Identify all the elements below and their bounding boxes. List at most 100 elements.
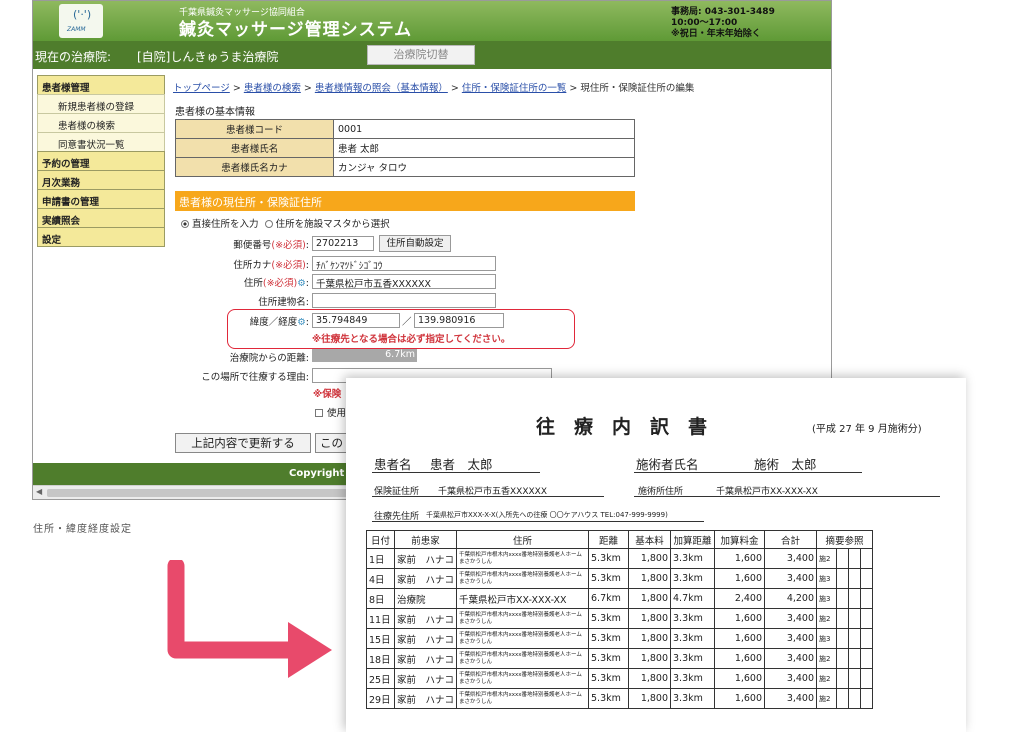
breadcrumb-link-basic-info[interactable]: 患者様情報の照会（基本情報）	[315, 83, 448, 94]
cell-distance: 5.3km	[588, 688, 630, 709]
cell-empty	[860, 628, 874, 649]
required-mark: (※必須)	[271, 240, 306, 251]
cell-extra-fee: 2,400	[714, 588, 766, 609]
cell-base-fee: 1,800	[628, 628, 672, 649]
cell-address: 千葉県松戸市根木内xxxx番地特別養護老人ホームまさかうしん	[456, 668, 590, 689]
cell-empty	[860, 548, 874, 569]
cell-extra-fee: 1,600	[714, 648, 766, 669]
cell-distance: 5.3km	[588, 548, 630, 569]
use-checkbox-row: 使用	[315, 405, 346, 419]
auto-address-button[interactable]: 住所自動設定	[379, 235, 451, 252]
distance-label: 治療院からの距離:	[229, 353, 309, 364]
map-pin-icon[interactable]: ⚙	[297, 278, 306, 289]
col-total: 合計	[764, 530, 818, 549]
underline	[634, 496, 940, 497]
kana-input[interactable]: ﾁﾊﾞｹﾝﾏﾂﾄﾞｼｺﾞｺｳ	[312, 256, 496, 272]
col-extra-distance: 加算距離	[670, 530, 716, 549]
sidebar-item-reservations[interactable]: 予約の管理	[37, 151, 165, 171]
latlng-slash: ／	[402, 317, 412, 328]
sidebar-item-settings[interactable]: 設定	[37, 227, 165, 247]
scrollbar-thumb[interactable]	[47, 489, 347, 497]
contact-phone: 事務局: 043-301-3489	[671, 7, 775, 17]
cell-base-fee: 1,800	[628, 568, 672, 589]
patient-kana-label: 患者様氏名カナ	[175, 157, 334, 177]
scroll-left-icon[interactable]: ◀	[36, 487, 42, 496]
cell-date: 11日	[366, 608, 395, 629]
sidebar-item-patient-management[interactable]: 患者様管理	[37, 75, 165, 95]
longitude-input[interactable]: 139.980916	[414, 313, 504, 328]
radio-master-select[interactable]	[264, 220, 273, 228]
zip-input[interactable]: 2702213	[312, 236, 374, 251]
cell-distance: 5.3km	[588, 568, 630, 589]
patient-name-value: 患者 太郎	[333, 138, 635, 158]
table-row: 15日 家前 ハナコ 千葉県松戸市根木内xxxx番地特別養護老人ホームまさかうし…	[366, 628, 874, 649]
cell-distance: 5.3km	[588, 668, 630, 689]
cell-extra-distance: 4.7km	[670, 588, 716, 609]
cell-total: 3,400	[764, 688, 818, 709]
cell-date: 15日	[366, 628, 395, 649]
cell-empty	[848, 688, 862, 709]
breadcrumb-link-address-list[interactable]: 住所・保険証住所の一覧	[462, 83, 567, 94]
cell-prev-house: 家前 ハナコ	[393, 548, 458, 569]
breadcrumb-separator: >	[447, 83, 462, 94]
cell-empty	[836, 568, 850, 589]
cell-empty	[836, 548, 850, 569]
statement-title: 往療内訳書	[536, 416, 727, 438]
sidebar-item-consent-list[interactable]: 同意書状況一覧	[37, 132, 165, 152]
sidebar-item-patient-search[interactable]: 患者様の検索	[37, 113, 165, 133]
cell-extra-distance: 3.3km	[670, 568, 716, 589]
insurance-note: ※保険	[313, 389, 342, 400]
cell-address: 千葉県松戸市根木内xxxx番地特別養護老人ホームまさかうしん	[456, 648, 590, 669]
patient-info-table: 患者様コード 0001 患者様氏名 患者 太郎 患者様氏名カナ カンジャ タロウ	[175, 119, 635, 177]
logo-text: ZAMM	[67, 26, 86, 33]
breadcrumb-separator: >	[229, 83, 244, 94]
section-title-patient: 患者様の基本情報	[175, 107, 255, 118]
patient-kana-value: カンジャ タロウ	[333, 157, 635, 177]
cell-total: 3,400	[764, 628, 818, 649]
address-section-banner: 患者様の現住所・保険証住所	[175, 191, 635, 211]
radio-direct-input[interactable]	[181, 220, 189, 228]
col-date: 日付	[366, 530, 395, 549]
system-name: 鍼灸マッサージ管理システム	[179, 20, 413, 40]
table-row: 29日 家前 ハナコ 千葉県松戸市根木内xxxx番地特別養護老人ホームまさかうし…	[366, 688, 874, 709]
table-row: 1日 家前 ハナコ 千葉県松戸市根木内xxxx番地特別養護老人ホームまさかうしん…	[366, 548, 874, 569]
latlng-label: 緯度／経度⚙:	[163, 314, 309, 328]
cell-prev-house: 家前 ハナコ	[393, 568, 458, 589]
breadcrumb-link-search[interactable]: 患者様の検索	[244, 83, 301, 94]
cell-extra-distance: 3.3km	[670, 548, 716, 569]
cell-extra-fee: 1,600	[714, 608, 766, 629]
cell-total: 4,200	[764, 588, 818, 609]
cell-empty	[836, 688, 850, 709]
table-row: 18日 家前 ハナコ 千葉県松戸市根木内xxxx番地特別養護老人ホームまさかうし…	[366, 648, 874, 669]
table-row: 8日 治療院 千葉県松戸市XX-XXX-XX 6.7km 1,800 4.7km…	[366, 588, 874, 609]
cell-extra-fee: 1,600	[714, 668, 766, 689]
sidebar-item-results[interactable]: 実績照会	[37, 208, 165, 228]
app-header: ('·') ZAMM 千葉県鍼灸マッサージ協同組合 鍼灸マッサージ管理システム …	[33, 1, 831, 41]
label-colon: :	[305, 317, 309, 328]
patient-name: 患者 太郎	[430, 457, 493, 472]
breadcrumb-current: 現住所・保険証住所の編集	[580, 83, 695, 94]
cell-empty	[860, 608, 874, 629]
sidebar-item-monthly[interactable]: 月次業務	[37, 170, 165, 190]
switch-clinic-button[interactable]: 治療院切替	[367, 45, 475, 65]
cell-address: 千葉県松戸市根木内xxxx番地特別養護老人ホームまさかうしん	[456, 628, 590, 649]
update-button[interactable]: 上記内容で更新する	[175, 433, 311, 453]
sidebar-item-applications[interactable]: 申請書の管理	[37, 189, 165, 209]
cell-distance: 5.3km	[588, 628, 630, 649]
cell-note: 施2	[816, 668, 838, 689]
cell-base-fee: 1,800	[628, 688, 672, 709]
cell-empty	[848, 668, 862, 689]
sidebar-item-new-patient[interactable]: 新規患者様の登録	[37, 94, 165, 114]
cell-empty	[836, 608, 850, 629]
building-input[interactable]	[312, 293, 496, 308]
latitude-input[interactable]: 35.794849	[312, 313, 400, 328]
use-checkbox[interactable]	[315, 409, 323, 417]
cell-date: 8日	[366, 588, 395, 609]
map-pin-icon[interactable]: ⚙	[297, 317, 306, 328]
kana-label: 住所カナ(※必須):	[163, 257, 309, 271]
col-address: 住所	[456, 530, 590, 549]
address-input[interactable]: 千葉県松戸市五香XXXXXX	[312, 274, 496, 290]
sidebar-menu: 患者様管理 新規患者様の登録 患者様の検索 同意書状況一覧 予約の管理 月次業務…	[37, 75, 165, 247]
breadcrumb-link-top[interactable]: トップページ	[173, 83, 230, 94]
col-extra-fee: 加算料金	[714, 530, 766, 549]
